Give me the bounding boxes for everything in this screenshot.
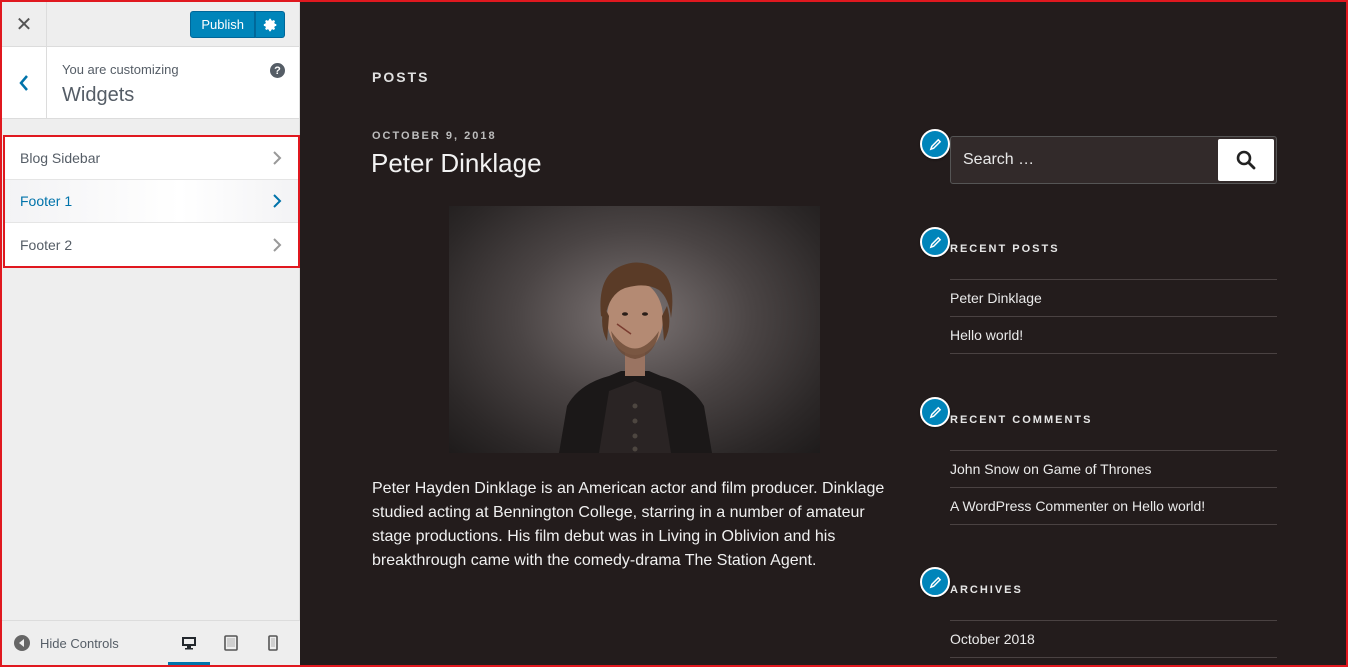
list-item[interactable]: Hello world!: [950, 317, 1277, 354]
post-date[interactable]: OCTOBER 9, 2018: [372, 130, 497, 142]
device-preview-toggles: [168, 621, 294, 666]
pencil-icon: [929, 138, 941, 150]
comment-post-link[interactable]: Hello world!: [1132, 498, 1205, 514]
recent-post-link[interactable]: Hello world!: [950, 327, 1023, 343]
hide-controls-button[interactable]: Hide Controls: [14, 635, 119, 651]
preview-mobile-button[interactable]: [252, 621, 294, 666]
chevron-right-icon: [273, 151, 282, 165]
recent-comments-list: John Snow on Game of Thrones A WordPress…: [950, 450, 1277, 525]
customizer-header: ✕ Publish: [2, 2, 299, 47]
gear-icon: [263, 18, 277, 31]
site-preview: POSTS OCTOBER 9, 2018 Peter Dinklage Pet…: [300, 0, 1348, 667]
hide-controls-label: Hide Controls: [40, 635, 119, 651]
chevron-right-icon: [273, 237, 282, 252]
desktop-icon: [182, 637, 196, 650]
section-footer-2[interactable]: Footer 2: [5, 223, 298, 266]
comment-on-label: on: [1023, 461, 1039, 477]
list-item: A WordPress Commenter on Hello world!: [950, 488, 1277, 525]
recent-posts-list: Peter Dinklage Hello world!: [950, 279, 1277, 354]
comment-on-label: on: [1112, 498, 1129, 514]
post-content: Peter Hayden Dinklage is an American act…: [372, 480, 885, 569]
close-icon: ✕: [15, 14, 33, 36]
pencil-icon: [929, 236, 941, 248]
edit-recent-comments-widget-button[interactable]: [920, 397, 950, 427]
publish-settings-button[interactable]: [255, 11, 285, 38]
comment-author-link[interactable]: John Snow: [950, 461, 1019, 477]
customizing-panel-header: You are customizing Widgets ?: [2, 47, 299, 119]
help-icon[interactable]: ?: [270, 63, 285, 78]
search-button[interactable]: [1218, 139, 1274, 181]
recent-posts-title: RECENT POSTS: [950, 243, 1060, 255]
customizer-sidebar: ✕ Publish You are customizing Widgets ? …: [2, 2, 300, 666]
section-blog-sidebar[interactable]: Blog Sidebar: [5, 137, 298, 180]
search-widget: [950, 136, 1277, 184]
list-item[interactable]: Peter Dinklage: [950, 280, 1277, 317]
publish-button[interactable]: Publish: [190, 11, 255, 38]
list-item[interactable]: October 2018: [950, 621, 1277, 658]
preview-tablet-button[interactable]: [210, 621, 252, 666]
comment-author-link[interactable]: A WordPress Commenter: [950, 498, 1108, 514]
page-title: POSTS: [372, 69, 430, 85]
publish-group: Publish: [190, 11, 285, 38]
collapse-icon: [14, 635, 30, 651]
customizer-footer: Hide Controls: [2, 620, 300, 666]
section-footer-1[interactable]: Footer 1: [5, 180, 298, 223]
section-label: Blog Sidebar: [20, 150, 101, 166]
preview-desktop-button[interactable]: [168, 621, 210, 666]
tablet-icon: [224, 635, 238, 651]
panel-title: Widgets: [62, 84, 135, 106]
section-label: Footer 2: [20, 236, 73, 253]
list-item: John Snow on Game of Thrones: [950, 451, 1277, 488]
back-button[interactable]: [2, 47, 47, 118]
customizing-label: You are customizing: [62, 62, 179, 77]
edit-recent-posts-widget-button[interactable]: [920, 227, 950, 257]
widget-area-list: Blog Sidebar Footer 1 Footer 2: [3, 135, 300, 268]
pencil-icon: [929, 576, 941, 588]
archive-link[interactable]: October 2018: [950, 631, 1035, 647]
post-title[interactable]: Peter Dinklage: [371, 148, 542, 179]
search-icon: [1236, 150, 1256, 170]
chevron-right-icon: [273, 194, 282, 208]
archives-list: October 2018: [950, 620, 1277, 658]
pencil-icon: [929, 406, 941, 418]
recent-post-link[interactable]: Peter Dinklage: [950, 290, 1042, 306]
chevron-left-icon: [19, 74, 28, 91]
close-customizer-button[interactable]: ✕: [2, 2, 47, 47]
archives-title: ARCHIVES: [950, 584, 1023, 596]
edit-archives-widget-button[interactable]: [920, 567, 950, 597]
search-input[interactable]: [951, 137, 1218, 183]
recent-comments-title: RECENT COMMENTS: [950, 414, 1093, 426]
comment-post-link[interactable]: Game of Thrones: [1043, 461, 1152, 477]
edit-search-widget-button[interactable]: [920, 129, 950, 159]
post-featured-image[interactable]: [449, 206, 820, 453]
mobile-icon: [268, 635, 278, 651]
section-label: Footer 1: [20, 193, 73, 209]
